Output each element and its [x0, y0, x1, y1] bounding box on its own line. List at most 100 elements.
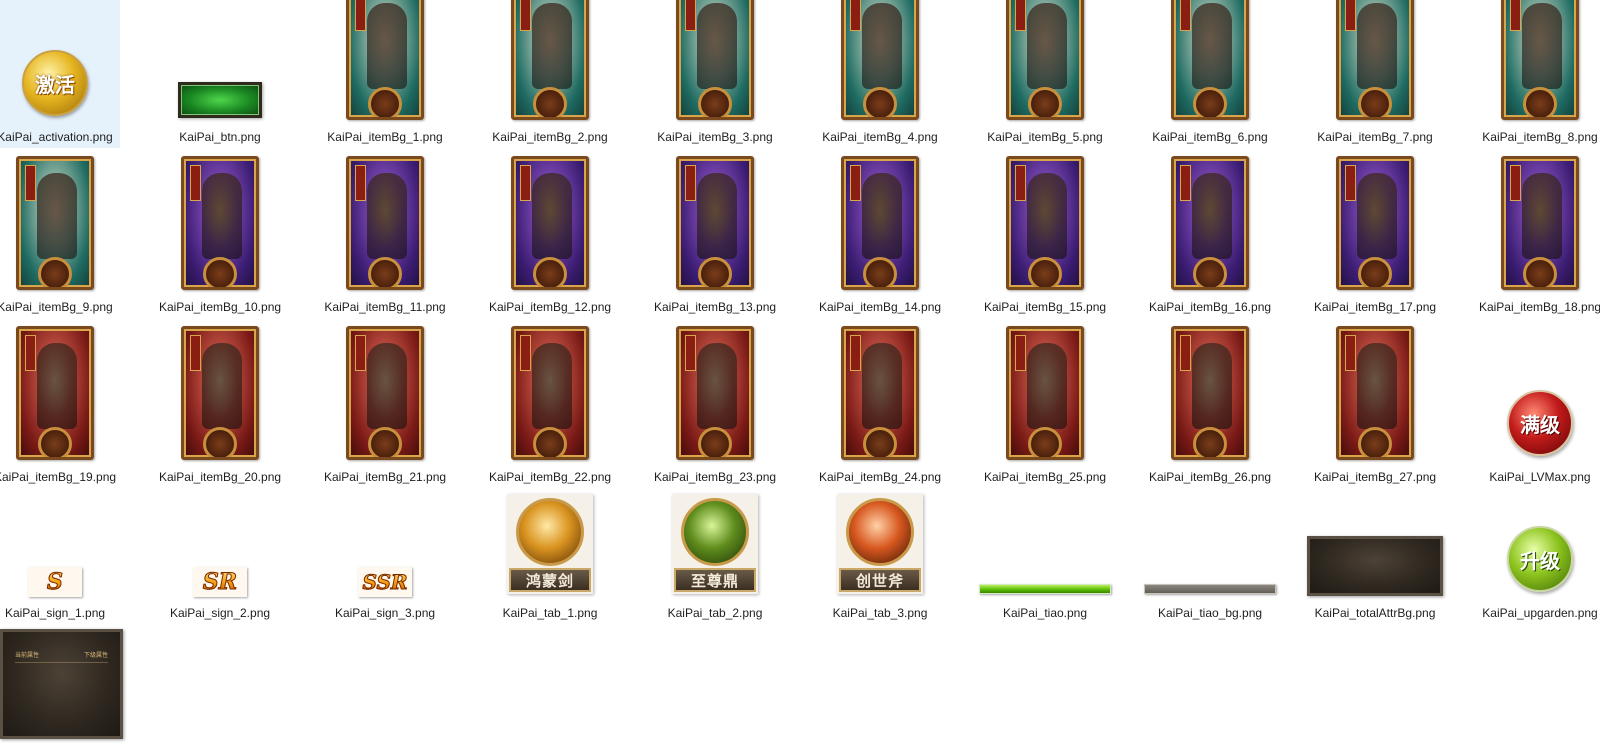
hero-figure-image [1192, 3, 1232, 89]
medal-emblem [1523, 257, 1557, 287]
tab-name: 至尊鼎 [690, 571, 739, 590]
file-name-label: KaiPai_itemBg_7.png [1317, 130, 1433, 144]
hero-figure-image [37, 343, 77, 429]
card-thumbnail [1501, 0, 1579, 120]
file-name-label: KaiPai_btn.png [179, 130, 261, 144]
orb-emblem [681, 498, 749, 566]
card-thumbnail [511, 326, 589, 460]
hero-figure-image [1027, 343, 1067, 429]
hero-figure-image [697, 173, 737, 259]
divider [15, 662, 108, 663]
nameplate-banner [355, 335, 366, 371]
hero-figure-image [1357, 3, 1397, 89]
card-thumbnail [1171, 156, 1249, 290]
file-name-label: KaiPai_tiao.png [1002, 606, 1088, 620]
medal-emblem [1358, 87, 1392, 117]
nameplate-banner [190, 335, 201, 371]
medal-emblem [698, 257, 732, 287]
card-thumbnail [1171, 0, 1249, 120]
file-name-label: KaiPai_itemBg_3.png [657, 130, 773, 144]
nameplate-banner [850, 335, 861, 371]
file-name-label: KaiPai_itemBg_14.png [818, 300, 942, 314]
medal-emblem [1028, 257, 1062, 287]
hero-figure-image [367, 343, 407, 429]
nameplate-banner [1345, 335, 1356, 371]
nameplate-banner [1015, 335, 1026, 371]
tab_2-image: 至尊鼎 [672, 494, 758, 594]
card-thumbnail [676, 156, 754, 290]
icon-text: 激活 [35, 72, 75, 97]
file-name-label: KaiPai_itemBg_5.png [987, 130, 1103, 144]
medal-emblem [698, 87, 732, 117]
file-name-label: KaiPai_itemBg_6.png [1152, 130, 1268, 144]
file-name-label: KaiPai_totalAttrBg.png [1314, 606, 1436, 620]
activation-icon: 激活 [22, 50, 88, 116]
hero-figure-image [1357, 173, 1397, 259]
medal-emblem [1523, 87, 1557, 117]
card-thumbnail [1171, 326, 1249, 460]
tab-name: 创世斧 [855, 571, 904, 590]
card-thumbnail [346, 326, 424, 460]
card-thumbnail [1336, 0, 1414, 120]
file-name-label: KaiPai_tab_3.png [832, 606, 928, 620]
file-name-label: KaiPai_upgarden.png [1482, 606, 1598, 620]
tab-name-plate: 鸿蒙剑 [509, 568, 591, 592]
next-attr-header: 下级属性 [83, 652, 108, 659]
card-thumbnail [181, 156, 259, 290]
tab_3-image: 创世斧 [837, 494, 923, 594]
card-thumbnail [1006, 0, 1084, 120]
hero-figure-image [862, 3, 902, 89]
hero-figure-image [532, 343, 572, 429]
nameplate-banner [1180, 0, 1191, 31]
card-thumbnail [841, 326, 919, 460]
file-name-label: KaiPai_itemBg_9.png [0, 300, 113, 314]
nameplate-banner [850, 165, 861, 201]
sign_2-badge: SR [193, 567, 247, 597]
nameplate-banner [1015, 0, 1026, 31]
medal-emblem [38, 257, 72, 287]
nameplate-banner [1015, 165, 1026, 201]
medal-emblem [1028, 87, 1062, 117]
file-name-label: KaiPai_tab_2.png [667, 606, 763, 620]
medal-emblem [1358, 257, 1392, 287]
tab-name-plate: 创世斧 [839, 568, 921, 592]
hero-figure-image [1027, 173, 1067, 259]
nameplate-banner [1180, 165, 1191, 201]
orb-emblem [516, 498, 584, 566]
file-name-label: KaiPai_itemBg_18.png [1478, 300, 1600, 314]
card-thumbnail [1336, 156, 1414, 290]
hero-figure-image [367, 173, 407, 259]
file-name-label: KaiPai_itemBg_17.png [1313, 300, 1437, 314]
file-name-label: KaiPai_itemBg_11.png [324, 300, 446, 314]
card-thumbnail [511, 156, 589, 290]
nameplate-banner [685, 0, 696, 31]
nameplate-banner [1180, 335, 1191, 371]
medal-emblem [368, 257, 402, 287]
badge-text: SR [202, 569, 238, 596]
nameplate-banner [25, 165, 36, 201]
file-name-label: KaiPai_itemBg_15.png [983, 300, 1107, 314]
file-name-label: KaiPai_itemBg_12.png [488, 300, 612, 314]
hero-figure-image [532, 3, 572, 89]
medal-emblem [203, 257, 237, 287]
nameplate-banner [25, 335, 36, 371]
hero-figure-image [202, 343, 242, 429]
nameplate-banner [520, 335, 531, 371]
nameplate-banner [1345, 0, 1356, 31]
file-name-label: KaiPai_itemBg_8.png [1482, 130, 1598, 144]
file-item-btn[interactable] [155, 0, 285, 148]
green-button-image [178, 82, 262, 118]
card-thumbnail [346, 156, 424, 290]
hero-figure-image [1192, 343, 1232, 429]
card-thumbnail [511, 0, 589, 120]
medal-emblem [863, 257, 897, 287]
current-attr-header: 当前属性 [15, 652, 40, 659]
hero-figure-image [697, 3, 737, 89]
nameplate-banner [520, 165, 531, 201]
card-thumbnail [346, 0, 424, 120]
nameplate-banner [190, 165, 201, 201]
file-name-label: KaiPai_sign_3.png [334, 606, 436, 620]
nameplate-banner [520, 0, 531, 31]
file-name-label: KaiPai_itemBg_10.png [158, 300, 282, 314]
medal-emblem [533, 87, 567, 117]
